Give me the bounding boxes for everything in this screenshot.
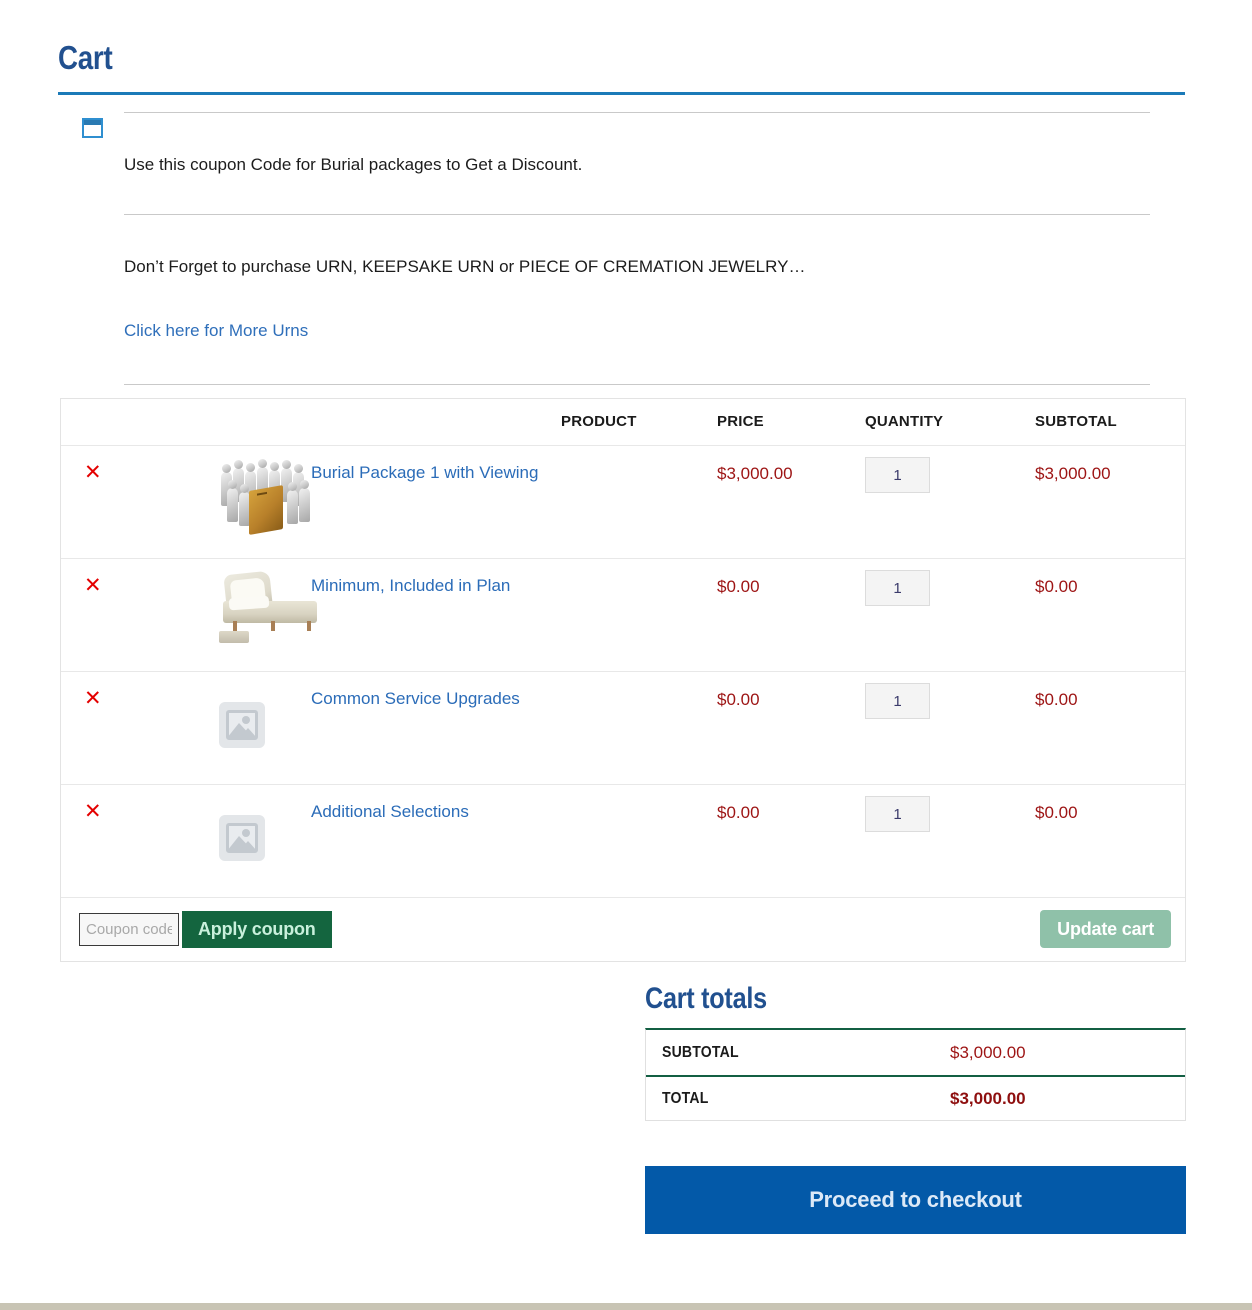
update-cart-button[interactable]: Update cart: [1040, 910, 1171, 948]
product-subtotal: $0.00: [1035, 577, 1078, 596]
product-thumbnail[interactable]: [139, 672, 309, 748]
quantity-input[interactable]: [865, 457, 930, 493]
remove-item-button[interactable]: ✕: [61, 559, 102, 596]
product-name-link[interactable]: Additional Selections: [309, 785, 469, 824]
product-thumbnail[interactable]: [139, 559, 317, 643]
urn-notice-text: Don’t Forget to purchase URN, KEEPSAKE U…: [124, 257, 806, 276]
placeholder-image: [219, 702, 265, 748]
page-title: Cart: [58, 39, 113, 76]
product-subtotal: $0.00: [1035, 803, 1078, 822]
table-row: ✕ Minimum, Included in Plan $0.00 $0.00: [61, 559, 1185, 672]
product-thumbnail[interactable]: [139, 785, 309, 861]
table-row: ✕ Burial Package 1 with Viewing $3,000.0…: [61, 446, 1185, 559]
coupon-notice-text: Use this coupon Code for Burial packages…: [124, 155, 583, 174]
remove-item-button[interactable]: ✕: [61, 446, 102, 483]
more-urns-link[interactable]: Click here for More Urns: [124, 316, 1152, 346]
header-product: PRODUCT: [561, 413, 637, 430]
coupon-code-input[interactable]: [79, 913, 179, 946]
product-thumbnail[interactable]: [139, 446, 310, 536]
product-name-link[interactable]: Burial Package 1 with Viewing: [309, 446, 538, 485]
title-divider: [58, 92, 1185, 95]
total-value: $3,000.00: [950, 1088, 1026, 1108]
cart-totals-table: SUBTOTAL $3,000.00 TOTAL $3,000.00: [645, 1028, 1186, 1121]
table-row: ✕ Additional Selections $0.00 $0.00: [61, 785, 1185, 898]
quantity-input[interactable]: [865, 796, 930, 832]
burial-package-crowd-casket-image: [219, 458, 317, 536]
total-label: TOTAL: [662, 1089, 709, 1107]
apply-coupon-button[interactable]: Apply coupon: [182, 911, 332, 948]
totals-row-subtotal: SUBTOTAL $3,000.00: [646, 1030, 1185, 1075]
notice-divider-bottom: [124, 384, 1150, 385]
placeholder-image: [219, 815, 265, 861]
cart-table-header: PRODUCT PRICE QUANTITY SUBTOTAL: [61, 399, 1185, 446]
subtotal-label: SUBTOTAL: [662, 1043, 739, 1061]
proceed-to-checkout-button[interactable]: Proceed to checkout: [645, 1166, 1186, 1234]
product-price: $0.00: [717, 690, 760, 709]
remove-item-button[interactable]: ✕: [61, 672, 102, 709]
header-price: PRICE: [717, 413, 764, 430]
cart-table: PRODUCT PRICE QUANTITY SUBTOTAL ✕ Burial…: [60, 398, 1186, 962]
cart-totals-title: Cart totals: [645, 982, 767, 1015]
product-subtotal: $3,000.00: [1035, 464, 1111, 483]
notice-body: Use this coupon Code for Burial packages…: [124, 112, 1152, 385]
quantity-input[interactable]: [865, 683, 930, 719]
footer-bar: [0, 1303, 1252, 1310]
product-subtotal: $0.00: [1035, 690, 1078, 709]
header-subtotal: SUBTOTAL: [1035, 413, 1117, 430]
cart-actions-row: Apply coupon Update cart: [61, 898, 1185, 961]
product-name-link[interactable]: Minimum, Included in Plan: [309, 559, 510, 598]
product-price: $0.00: [717, 803, 760, 822]
totals-row-total: TOTAL $3,000.00: [646, 1075, 1185, 1120]
header-quantity: QUANTITY: [865, 413, 944, 430]
product-price: $3,000.00: [717, 464, 793, 483]
remove-item-button[interactable]: ✕: [61, 785, 102, 822]
product-name-link[interactable]: Common Service Upgrades: [309, 672, 520, 711]
table-row: ✕ Common Service Upgrades $0.00 $0.00: [61, 672, 1185, 785]
product-price: $0.00: [717, 577, 760, 596]
cart-totals-section: Cart totals SUBTOTAL $3,000.00 TOTAL $3,…: [645, 980, 1186, 1234]
subtotal-value: $3,000.00: [950, 1042, 1026, 1062]
broken-image-icon: [82, 118, 103, 138]
cream-casket-image: [219, 570, 323, 643]
quantity-input[interactable]: [865, 570, 930, 606]
